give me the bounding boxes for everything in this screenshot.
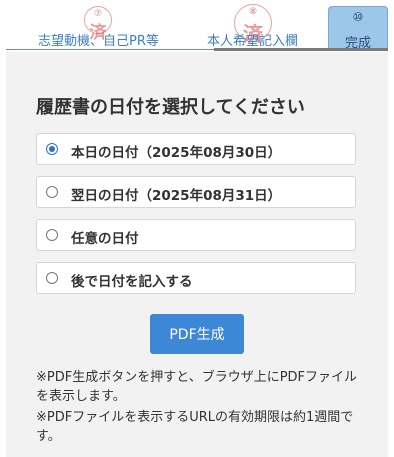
pdf-generate-button[interactable]: PDF生成	[150, 314, 244, 354]
step-tabs: ⑦ 済 志望動機、自己PR等 ⑧ 済 本人希望記入欄 ⑩ 完成	[6, 0, 388, 52]
option-today-label: 本日の日付（2025年08月30日）	[71, 145, 282, 161]
note-url-expiry: ※PDFファイルを表示するURLの有効期限は約1週間です。	[36, 410, 354, 444]
option-fill-later[interactable]: 後で日付を記入する	[36, 262, 356, 294]
tab-complete-label: 完成	[344, 36, 371, 51]
option-tomorrow-label: 翌日の日付（2025年08月31日）	[71, 188, 282, 204]
option-today[interactable]: 本日の日付（2025年08月30日）	[36, 133, 356, 165]
tab-self-pr-label: 志望動機、自己PR等	[38, 34, 159, 49]
page-title: 履歴書の日付を選択してください	[36, 97, 305, 118]
option-tomorrow[interactable]: 翌日の日付（2025年08月31日）	[36, 176, 356, 208]
tab-personal-request[interactable]: ⑧ 済 本人希望記入欄	[207, 0, 326, 52]
date-selection-panel: 履歴書の日付を選択してください 本日の日付（2025年08月30日） 翌日の日付…	[6, 52, 388, 457]
radio-tomorrow[interactable]	[46, 186, 58, 198]
radio-fill-later[interactable]	[46, 272, 58, 284]
option-fill-later-label: 後で日付を記入する	[71, 274, 193, 290]
option-custom-date[interactable]: 任意の日付	[36, 219, 356, 251]
tab-complete-number: ⑩	[352, 10, 364, 24]
tab-self-pr[interactable]: ⑦ 済 志望動機、自己PR等	[6, 0, 214, 52]
note-pdf-display: ※PDF生成ボタンを押すと、ブラウザ上にPDFファイルを表示します。	[36, 370, 358, 404]
tab-divider	[214, 48, 326, 51]
option-custom-date-label: 任意の日付	[71, 231, 139, 247]
tab-personal-request-label: 本人希望記入欄	[207, 34, 299, 49]
radio-custom-date[interactable]	[46, 229, 58, 241]
tab-divider	[6, 49, 214, 50]
tab-complete[interactable]: ⑩ 完成	[328, 6, 388, 51]
radio-today[interactable]	[46, 143, 58, 155]
